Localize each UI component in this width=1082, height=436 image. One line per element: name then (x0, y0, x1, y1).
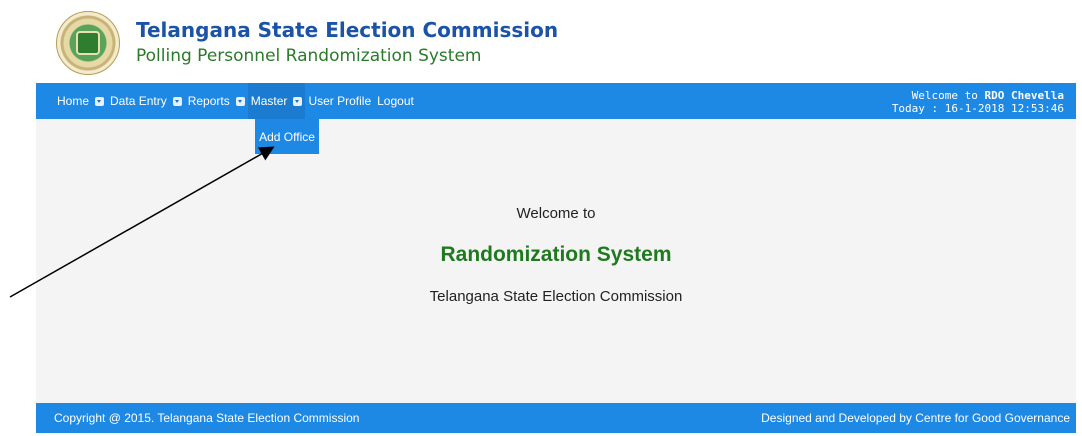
app-subtitle: Polling Personnel Randomization System (136, 46, 482, 66)
nav-logout[interactable]: Logout (374, 83, 417, 119)
chevron-down-icon[interactable] (95, 96, 105, 106)
current-datetime: Today : 16-1-2018 12:53:46 (891, 102, 1064, 115)
system-title: Randomization System (440, 243, 672, 266)
nav-reports-label: Reports (187, 94, 230, 108)
welcome-text: Welcome to (516, 205, 596, 222)
user-welcome: Welcome to RDO Chevella Today : 16-1-201… (892, 89, 1064, 115)
nav-user-profile[interactable]: User Profile (305, 83, 374, 119)
nav-reports[interactable]: Reports (185, 83, 248, 119)
nav-data-entry-label: Data Entry (110, 94, 167, 108)
nav-master-label: Master (250, 94, 288, 108)
add-office-label: Add Office (259, 129, 315, 144)
main-navbar: Home Data Entry Reports Master User Prof… (36, 83, 1076, 119)
chevron-down-icon[interactable] (293, 96, 303, 106)
master-dropdown-add-office[interactable]: Add Office (255, 119, 319, 154)
welcome-prefix: Welcome to (911, 89, 985, 102)
nav-master[interactable]: Master (247, 83, 306, 119)
welcome-user: RDO Chevella (984, 89, 1064, 102)
footer-copyright: Copyright @ 2015. Telangana State Electi… (54, 411, 360, 425)
main-content: Welcome to Randomization System Telangan… (36, 119, 1076, 403)
organization-name: Telangana State Election Commission (429, 288, 683, 305)
app-title: Telangana State Election Commission (136, 18, 559, 42)
nav-user-profile-label: User Profile (308, 94, 372, 108)
nav-data-entry[interactable]: Data Entry (107, 83, 185, 119)
nav-home-label: Home (57, 94, 90, 108)
chevron-down-icon[interactable] (235, 96, 245, 106)
nav-home[interactable]: Home (54, 83, 107, 119)
page-footer: Copyright @ 2015. Telangana State Electi… (36, 403, 1076, 433)
state-emblem-logo (56, 11, 120, 75)
chevron-down-icon[interactable] (172, 96, 182, 106)
app-header: Telangana State Election Commission Poll… (56, 8, 558, 78)
footer-credit: Designed and Developed by Centre for Goo… (761, 411, 1070, 425)
nav-logout-label: Logout (377, 94, 414, 108)
